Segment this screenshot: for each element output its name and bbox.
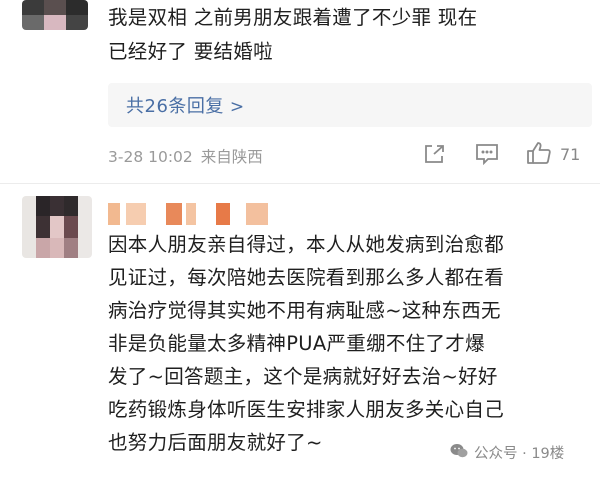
divider [0, 183, 600, 184]
like-icon[interactable] [526, 141, 552, 165]
wechat-icon [450, 443, 468, 463]
comment-icon[interactable] [475, 143, 499, 166]
username-mosaic[interactable] [108, 203, 278, 225]
like-count: 71 [560, 145, 581, 164]
watermark-text: 公众号 · 19楼 [474, 446, 565, 462]
comment-text-line: 发了~回答题主，这个是病就好好去治~好好 [108, 365, 498, 388]
watermark: 公众号 · 19楼 [450, 442, 564, 463]
comment-text-line: 已经好了 要结婚啦 [108, 40, 273, 63]
comment-text-line: 非是负能量太多精神PUA严重绷不住了才爆 [108, 332, 485, 355]
replies-box[interactable]: 共26条回复 > [108, 83, 592, 127]
comment-text-line: 也努力后面朋友就好了~ [108, 431, 323, 454]
comment-date: 3-28 10:02 [108, 148, 193, 166]
chevron-right-icon: > [229, 97, 245, 117]
replies-count-label: 共26条回复 [126, 96, 224, 117]
comment-location: 来自陕西 [200, 148, 263, 166]
comment-text-line: 吃药锻炼身体听医生安排家人朋友多关心自己 [108, 398, 505, 421]
view-replies-link[interactable]: 共26条回复 > [126, 92, 245, 118]
comment-text-line: 见证过，每次陪她去医院看到那么多人都在看 [108, 266, 505, 289]
comment-text-line: 因本人朋友亲自得过，本人从她发病到治愈都 [108, 233, 505, 256]
comment-meta: 3-28 10:02 来自陕西 [108, 145, 263, 167]
avatar[interactable] [22, 0, 88, 30]
share-icon[interactable] [423, 143, 445, 165]
avatar[interactable] [22, 196, 92, 258]
comment-text-line: 病治疗觉得其实她不用有病耻感~这种东西无 [108, 299, 501, 322]
comment-text-line: 我是双相 之前男朋友跟着遭了不少罪 现在 [108, 6, 478, 29]
